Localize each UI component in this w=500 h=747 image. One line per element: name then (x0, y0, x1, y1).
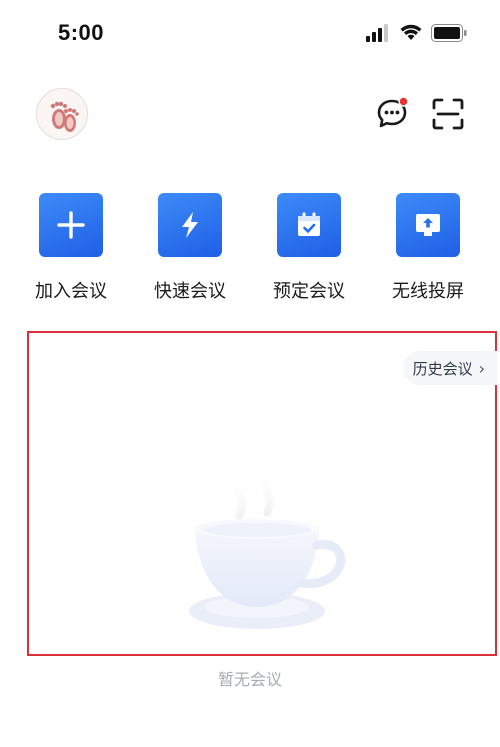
lightning-icon (182, 212, 198, 238)
empty-coffee-cup-illustration (189, 461, 346, 629)
screen-cast-icon (416, 214, 440, 236)
quick-meeting-button[interactable]: 快速会议 (154, 193, 226, 302)
wifi-icon (400, 24, 422, 40)
status-bar: 5:00 (0, 0, 500, 66)
join-meeting-tile (39, 193, 103, 257)
battery-icon (431, 24, 467, 42)
scan-icon[interactable] (432, 98, 464, 130)
screen-cast-button[interactable]: 无线投屏 (392, 193, 464, 302)
screen-cast-label: 无线投屏 (392, 281, 464, 302)
notification-dot (398, 96, 409, 107)
meetings-panel: 历史会议 › (27, 331, 497, 656)
chevron-right-icon: › (478, 358, 485, 378)
cellular-signal-icon (366, 24, 388, 42)
schedule-meeting-button[interactable]: 预定会议 (273, 193, 345, 302)
footprint-avatar-icon (50, 101, 79, 132)
status-time: 5:00 (58, 20, 105, 45)
empty-state-text: 暂无会议 (217, 670, 282, 689)
history-meetings-label: 历史会议 (412, 359, 473, 378)
schedule-meeting-tile (277, 193, 341, 257)
schedule-meeting-label: 预定会议 (273, 281, 345, 302)
quick-meeting-tile (158, 193, 222, 257)
message-icon[interactable] (376, 96, 410, 130)
join-meeting-button[interactable]: 加入会议 (35, 193, 107, 302)
user-avatar[interactable] (36, 88, 88, 140)
quick-meeting-label: 快速会议 (154, 281, 226, 302)
join-meeting-label: 加入会议 (35, 281, 107, 302)
calendar-icon (298, 212, 320, 236)
plus-icon (57, 211, 85, 239)
history-meetings-button[interactable]: 历史会议 › (402, 351, 497, 385)
screen-cast-tile (396, 193, 460, 257)
